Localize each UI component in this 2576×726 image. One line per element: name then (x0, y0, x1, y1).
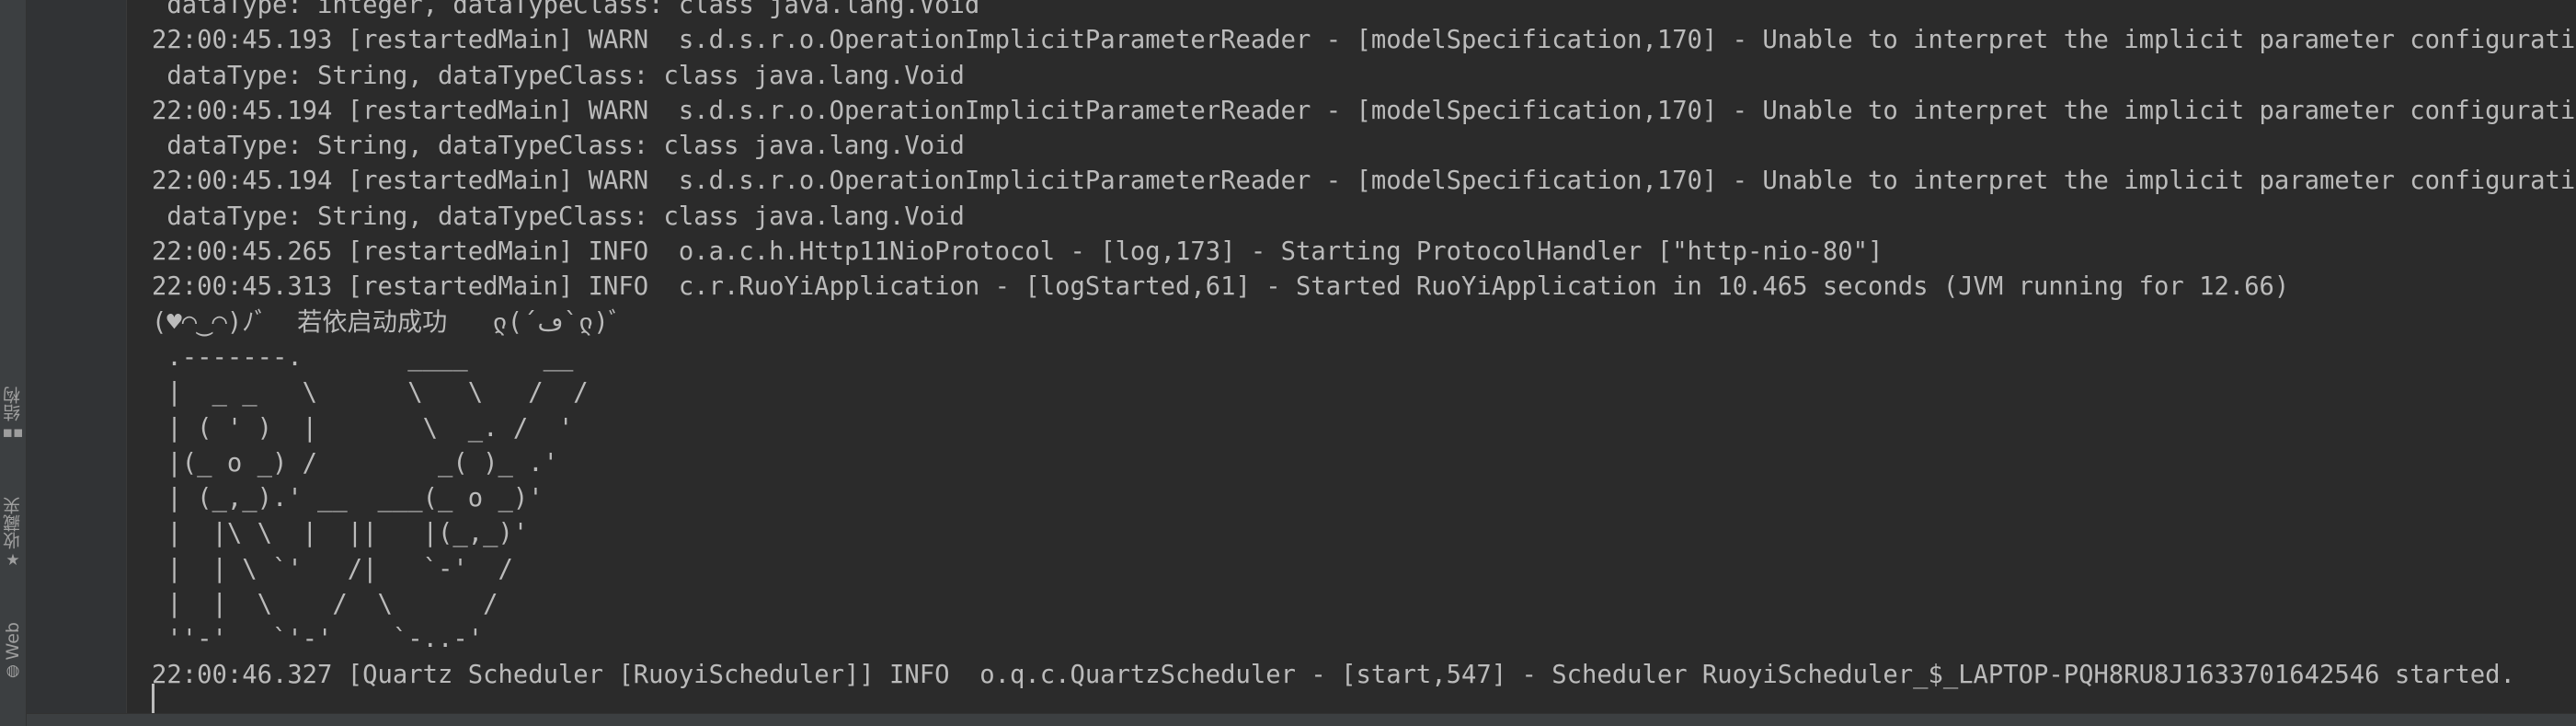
run-console-output[interactable]: dataType: integer, dataTypeClass: class … (127, 0, 2576, 713)
structure-icon: ▪▪ (2, 423, 24, 442)
console-line: 22:00:45.194 [restartedMain] WARN s.d.s.… (152, 96, 2576, 125)
console-line-ascii-banner: |(_ o _) / _( )_ .' (152, 448, 558, 478)
console-gutter (27, 0, 127, 726)
tool-window-favorites-label: 收藏夹 (3, 497, 23, 549)
console-line-ascii-banner: | (_,_).' __ ___(_ o _)' (152, 484, 544, 513)
ide-window: 结构 ▪▪ 收藏夹 ★ Web ◍ dataType: integer, dat… (0, 0, 2576, 726)
console-line-ascii-banner: ''-' `'-' `-..-' (152, 625, 484, 654)
tool-window-web[interactable]: Web ◍ (0, 622, 26, 682)
bottom-scrollbar[interactable] (27, 713, 2576, 726)
console-line: dataType: String, dataTypeClass: class j… (152, 61, 965, 90)
console-line: 22:00:45.193 [restartedMain] WARN s.d.s.… (152, 26, 2576, 55)
console-line: 22:00:46.327 [Quartz Scheduler [RuoyiSch… (152, 660, 2515, 689)
tool-window-favorites[interactable]: 收藏夹 ★ (0, 497, 26, 571)
console-line-ascii-banner: .-------. ____ __ (152, 342, 574, 372)
console-line-startup-message: (♥◠‿◠)ﾉﾞ 若依启动成功 ლ(´ڡ`ლ)ﾞ (152, 307, 622, 337)
console-lines: dataType: integer, dataTypeClass: class … (152, 0, 2576, 693)
tool-window-web-label: Web (3, 622, 23, 661)
tool-window-structure-label: 结构 (3, 386, 23, 421)
console-line-ascii-banner: | _ _ \ \ \ / / (152, 378, 589, 408)
console-line-ascii-banner: | ( ' ) | \ _. / ' (152, 413, 574, 443)
console-line: dataType: String, dataTypeClass: class j… (152, 202, 965, 231)
web-globe-icon: ◍ (6, 662, 20, 681)
console-line: dataType: String, dataTypeClass: class j… (152, 132, 965, 161)
console-line: 22:00:45.313 [restartedMain] INFO c.r.Ru… (152, 272, 2290, 302)
left-tool-strip: 结构 ▪▪ 收藏夹 ★ Web ◍ (0, 0, 27, 726)
console-line-ascii-banner: | | \ `' /| `-' / (152, 554, 513, 583)
tool-window-structure[interactable]: 结构 ▪▪ (0, 386, 26, 444)
console-line: 22:00:45.194 [restartedMain] WARN s.d.s.… (152, 167, 2576, 196)
console-line: dataType: integer, dataTypeClass: class … (152, 0, 980, 19)
console-line-ascii-banner: | | \ / \ / (152, 590, 498, 619)
console-line-ascii-banner: | |\ \ | || |(_,_)' (152, 519, 529, 548)
console-line: 22:00:45.265 [restartedMain] INFO o.a.c.… (152, 237, 1883, 267)
favorites-star-icon: ★ (6, 551, 20, 570)
